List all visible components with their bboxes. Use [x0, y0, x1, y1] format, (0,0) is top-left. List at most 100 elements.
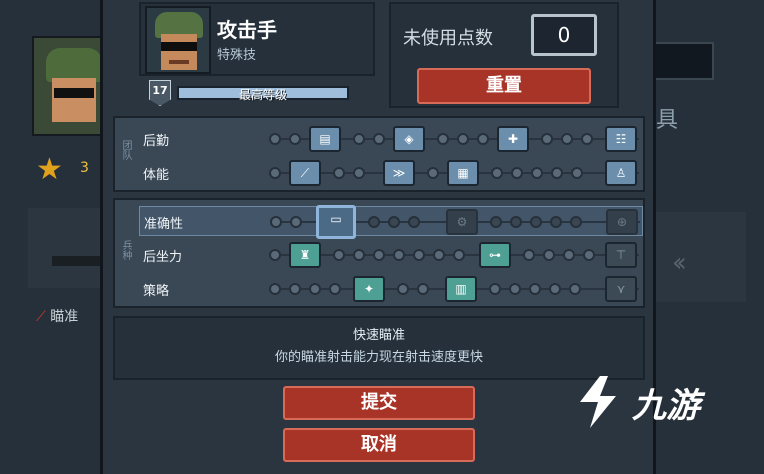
watermark-text: 九游 [632, 386, 700, 426]
skill-dot[interactable] [477, 133, 489, 145]
inventory-icon[interactable]: ▦ [447, 160, 479, 186]
skill-dot[interactable] [333, 249, 345, 261]
skill-dot[interactable] [417, 283, 429, 295]
sprint-icon[interactable]: ≫ [383, 160, 415, 186]
reset-button[interactable]: 重置 [417, 68, 591, 104]
class-tag: 兵种 [120, 240, 131, 260]
skill-row-tactics: 策略 ✦ ▥ ⋎ [139, 274, 643, 304]
skill-dot[interactable] [290, 216, 302, 228]
skill-dot[interactable] [583, 249, 595, 261]
skill-dot[interactable] [457, 133, 469, 145]
tripod-icon[interactable]: ⊤ [605, 242, 637, 268]
skill-dot[interactable] [529, 283, 541, 295]
gears-icon[interactable]: ⚙ [446, 209, 478, 235]
soldier-icon[interactable]: ♙ [605, 160, 637, 186]
background-right-bar [654, 42, 714, 80]
skill-row-recoil: 后坐力 ♜ ⊶ ⊤ [139, 240, 643, 270]
star-icon: ★ [36, 152, 63, 187]
skill-dot[interactable] [269, 283, 281, 295]
skill-dot[interactable] [289, 133, 301, 145]
skill-dot[interactable] [453, 249, 465, 261]
skill-dot[interactable] [490, 216, 502, 228]
class-skills-panel: 兵种 准确性 ▭ ⚙ ⊕ 后坐力 ♜ ⊶ ⊤ 策略 ✦ ▥ ⋎ [113, 198, 645, 308]
crosshair-icon[interactable]: ⊕ [606, 209, 638, 235]
skill-dot[interactable] [543, 249, 555, 261]
skill-dot[interactable] [269, 167, 281, 179]
skill-dot[interactable] [550, 216, 562, 228]
skill-dot[interactable] [388, 216, 400, 228]
skill-dot[interactable] [523, 249, 535, 261]
skill-dot[interactable] [373, 249, 385, 261]
skill-dot[interactable] [510, 216, 522, 228]
level-badge: 17 [149, 80, 171, 106]
skill-dot[interactable] [531, 167, 543, 179]
skill-dot[interactable] [509, 283, 521, 295]
soldier-portrait [145, 6, 211, 74]
skill-row-label: 后坐力 [143, 250, 183, 265]
level-text: 最高等级 [238, 88, 287, 102]
background-aim-label: ⟋ 瞄准 [36, 309, 79, 325]
background-weapon-panel [28, 208, 108, 288]
skill-dot[interactable] [569, 283, 581, 295]
skill-dot[interactable] [561, 133, 573, 145]
skill-row-logistics: 后勤 ▤ ◈ ✚ ☷ [139, 124, 643, 154]
skill-dot[interactable] [408, 216, 420, 228]
level-progress-bar: 最高等级 [177, 86, 349, 102]
skill-dot[interactable] [333, 167, 345, 179]
grenade-icon[interactable]: ✦ [353, 276, 385, 302]
skill-row-label: 体能 [143, 168, 170, 183]
skill-dot[interactable] [393, 249, 405, 261]
unused-points-value: 0 [531, 14, 597, 56]
skill-dot[interactable] [549, 283, 561, 295]
scope-icon[interactable]: ⊶ [479, 242, 511, 268]
skill-dot[interactable] [269, 249, 281, 261]
team-skills-panel: 团队 后勤 ▤ ◈ ✚ ☷ 体能 ⟋ ≫ ▦ ♙ [113, 116, 645, 192]
skill-dot[interactable] [541, 133, 553, 145]
skill-row-label: 策略 [143, 284, 170, 299]
skill-dot[interactable] [413, 249, 425, 261]
skill-dot[interactable] [397, 283, 409, 295]
armor-plus-icon[interactable]: ◈ [393, 126, 425, 152]
skill-dot[interactable] [353, 249, 365, 261]
submit-button[interactable]: 提交 [283, 386, 475, 420]
squad-icon[interactable]: ☷ [605, 126, 637, 152]
medkit-icon[interactable]: ✚ [497, 126, 529, 152]
skill-dot[interactable] [269, 133, 281, 145]
skill-row-stamina: 体能 ⟋ ≫ ▦ ♙ [139, 158, 643, 188]
quick-aim-icon[interactable]: ▭ [316, 205, 356, 239]
skill-dot[interactable] [570, 216, 582, 228]
skill-dot[interactable] [571, 167, 583, 179]
skill-dot[interactable] [511, 167, 523, 179]
ammo-icon[interactable]: ▤ [309, 126, 341, 152]
skill-dot[interactable] [368, 216, 380, 228]
skill-dot[interactable] [563, 249, 575, 261]
skill-dot[interactable] [373, 133, 385, 145]
skill-dot[interactable] [581, 133, 593, 145]
skill-row-label: 准确性 [144, 217, 184, 232]
skill-dot[interactable] [353, 133, 365, 145]
team-tag: 团队 [120, 140, 131, 160]
rank-chevron-icon[interactable]: ⋎ [605, 276, 637, 302]
background-star-count: 3 [80, 160, 89, 176]
class-header: 攻击手 特殊技 [139, 2, 375, 76]
skill-dot[interactable] [530, 216, 542, 228]
skill-row-label: 后勤 [143, 134, 170, 149]
skill-dot[interactable] [289, 283, 301, 295]
cancel-button[interactable]: 取消 [283, 428, 475, 462]
skill-dot[interactable] [491, 167, 503, 179]
skill-dot[interactable] [329, 283, 341, 295]
skill-dot[interactable] [437, 133, 449, 145]
skill-dot[interactable] [270, 216, 282, 228]
barrier-icon[interactable]: ▥ [445, 276, 477, 302]
skill-dot[interactable] [489, 283, 501, 295]
skill-row-accuracy: 准确性 ▭ ⚙ ⊕ [139, 205, 643, 239]
skill-dot[interactable] [353, 167, 365, 179]
unused-points-label: 未使用点数 [403, 28, 493, 49]
skill-dot[interactable] [551, 167, 563, 179]
knife-icon[interactable]: ⟋ [289, 160, 321, 186]
skill-dot[interactable] [309, 283, 321, 295]
armor-icon[interactable]: ♜ [289, 242, 321, 268]
skill-dot[interactable] [433, 249, 445, 261]
class-title: 攻击手 [217, 18, 277, 42]
skill-dot[interactable] [427, 167, 439, 179]
